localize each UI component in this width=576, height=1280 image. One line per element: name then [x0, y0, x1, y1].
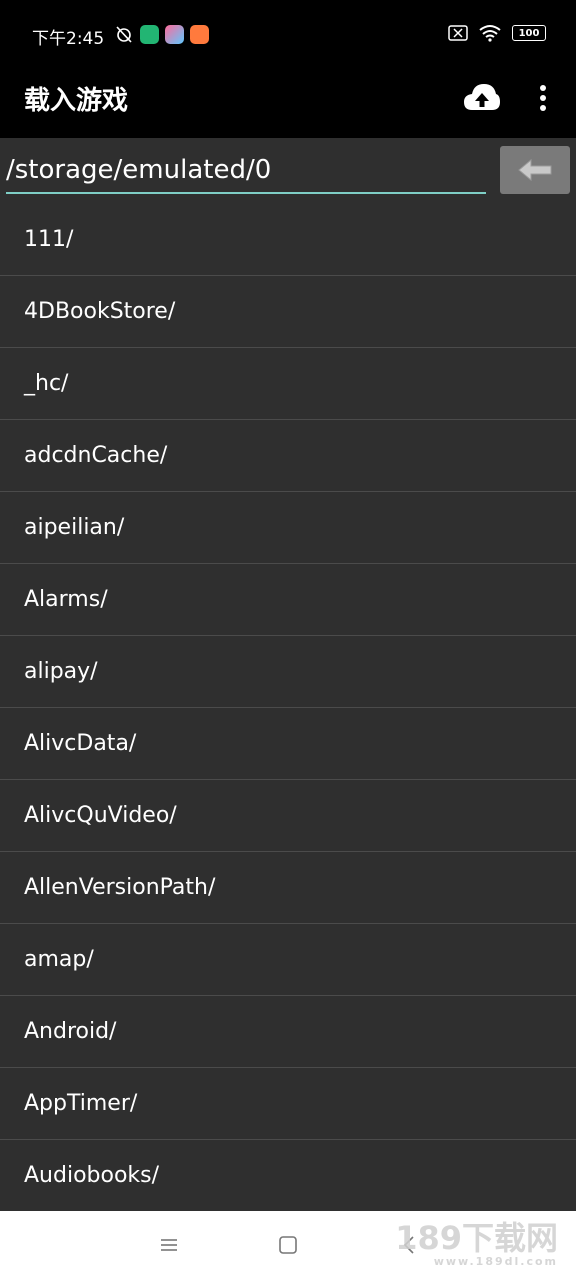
list-item[interactable]: amap/: [0, 924, 576, 996]
list-item[interactable]: 4DBookStore/: [0, 276, 576, 348]
path-input[interactable]: [6, 148, 486, 194]
page-title: 载入游戏: [24, 86, 129, 116]
file-list: 111/ 4DBookStore/ _hc/ adcdnCache/ aipei…: [0, 204, 576, 1211]
more-vert-icon: [540, 85, 546, 111]
go-up-button[interactable]: [500, 146, 570, 194]
list-item[interactable]: AlivcQuVideo/: [0, 780, 576, 852]
sim-off-icon: [448, 25, 468, 41]
store-app-icon: [190, 24, 209, 44]
status-bar: 下午2:45 100: [0, 0, 576, 66]
list-item[interactable]: 111/: [0, 204, 576, 276]
list-item[interactable]: AllenVersionPath/: [0, 852, 576, 924]
recents-button[interactable]: [157, 1233, 181, 1257]
list-item[interactable]: Alarms/: [0, 564, 576, 636]
shield-app-icon: [140, 24, 159, 44]
menu-icon: [161, 1239, 177, 1251]
list-item[interactable]: adcdnCache/: [0, 420, 576, 492]
list-item[interactable]: AppTimer/: [0, 1068, 576, 1140]
status-right-icons: 100: [448, 24, 546, 42]
list-item[interactable]: Android/: [0, 996, 576, 1068]
more-options-button[interactable]: [530, 80, 556, 116]
path-bar: [0, 138, 576, 204]
list-item[interactable]: _hc/: [0, 348, 576, 420]
battery-icon: 100: [512, 25, 546, 41]
watermark: 189下载网 www.189dl.com: [395, 1213, 558, 1268]
list-item[interactable]: alipay/: [0, 636, 576, 708]
status-time: 下午2:45: [32, 29, 105, 49]
list-item[interactable]: AlivcData/: [0, 708, 576, 780]
list-item[interactable]: Audiobooks/: [0, 1140, 576, 1211]
home-icon: [279, 1236, 297, 1254]
alarm-off-icon: [116, 26, 132, 43]
cloud-upload-icon: [464, 84, 500, 110]
home-button[interactable]: [276, 1233, 300, 1257]
arrow-left-icon: [518, 158, 552, 182]
gallery-app-icon: [165, 24, 184, 44]
status-left-icons: [114, 24, 209, 44]
upload-button[interactable]: [462, 80, 502, 116]
app-bar: 载入游戏: [0, 66, 576, 138]
list-item[interactable]: aipeilian/: [0, 492, 576, 564]
battery-level: 100: [518, 27, 540, 39]
wifi-icon: [479, 25, 501, 42]
watermark-text: 189下载网: [395, 1219, 558, 1257]
